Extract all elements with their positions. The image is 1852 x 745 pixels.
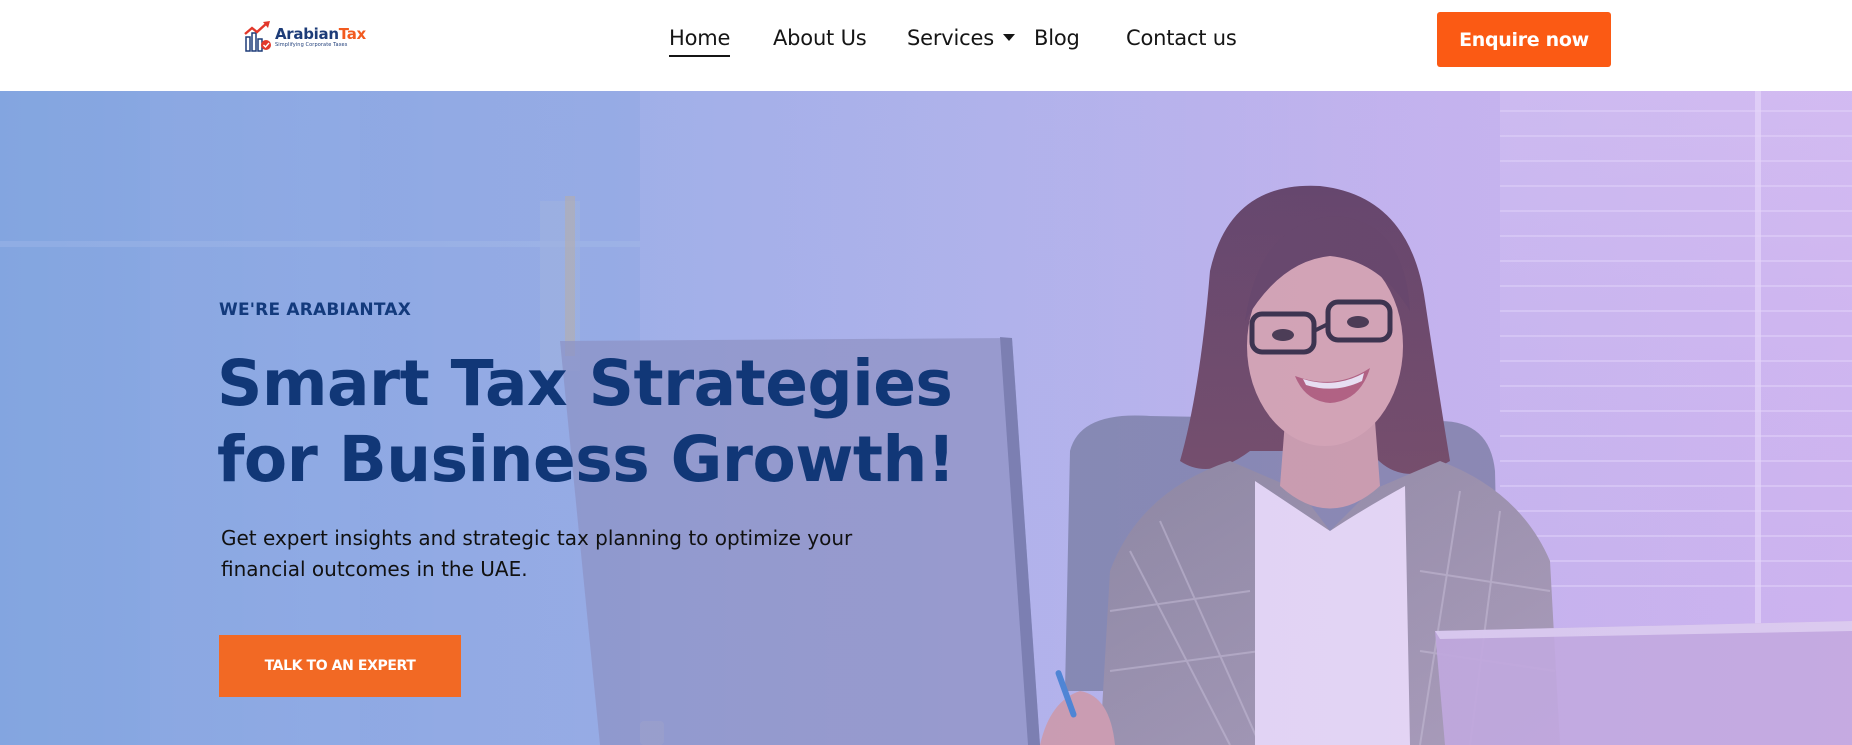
hero-headline: Smart Tax Strategies for Business Growth… (217, 346, 977, 498)
talk-to-expert-button[interactable]: TALK TO AN EXPERT (219, 635, 461, 697)
hero-headline-line1: Smart Tax Strategies (217, 347, 953, 420)
nav-services-label: Services (907, 26, 994, 50)
nav-home-label: Home (669, 26, 731, 50)
nav-services[interactable]: Services (907, 26, 1015, 56)
site-header: ArabianTax Simplifying Corporate Taxes H… (0, 0, 1852, 91)
hero-eyebrow: WE'RE ARABIANTAX (219, 300, 412, 320)
nav-blog[interactable]: Blog (1034, 26, 1080, 56)
active-underline (669, 55, 731, 57)
nav-home[interactable]: Home (669, 26, 731, 57)
hero-section: WE'RE ARABIANTAX Smart Tax Strategies fo… (0, 91, 1852, 745)
nav-blog-label: Blog (1034, 26, 1080, 50)
nav-contact-label: Contact us (1126, 26, 1237, 50)
nav-contact-us[interactable]: Contact us (1126, 26, 1237, 56)
nav-about-us[interactable]: About Us (773, 26, 867, 56)
enquire-now-button[interactable]: Enquire now (1437, 12, 1611, 67)
hero-headline-line2: for Business Growth! (217, 423, 956, 496)
nav-about-label: About Us (773, 26, 867, 50)
hero-subcopy: Get expert insights and strategic tax pl… (221, 526, 853, 581)
chevron-down-icon[interactable] (1002, 33, 1015, 41)
